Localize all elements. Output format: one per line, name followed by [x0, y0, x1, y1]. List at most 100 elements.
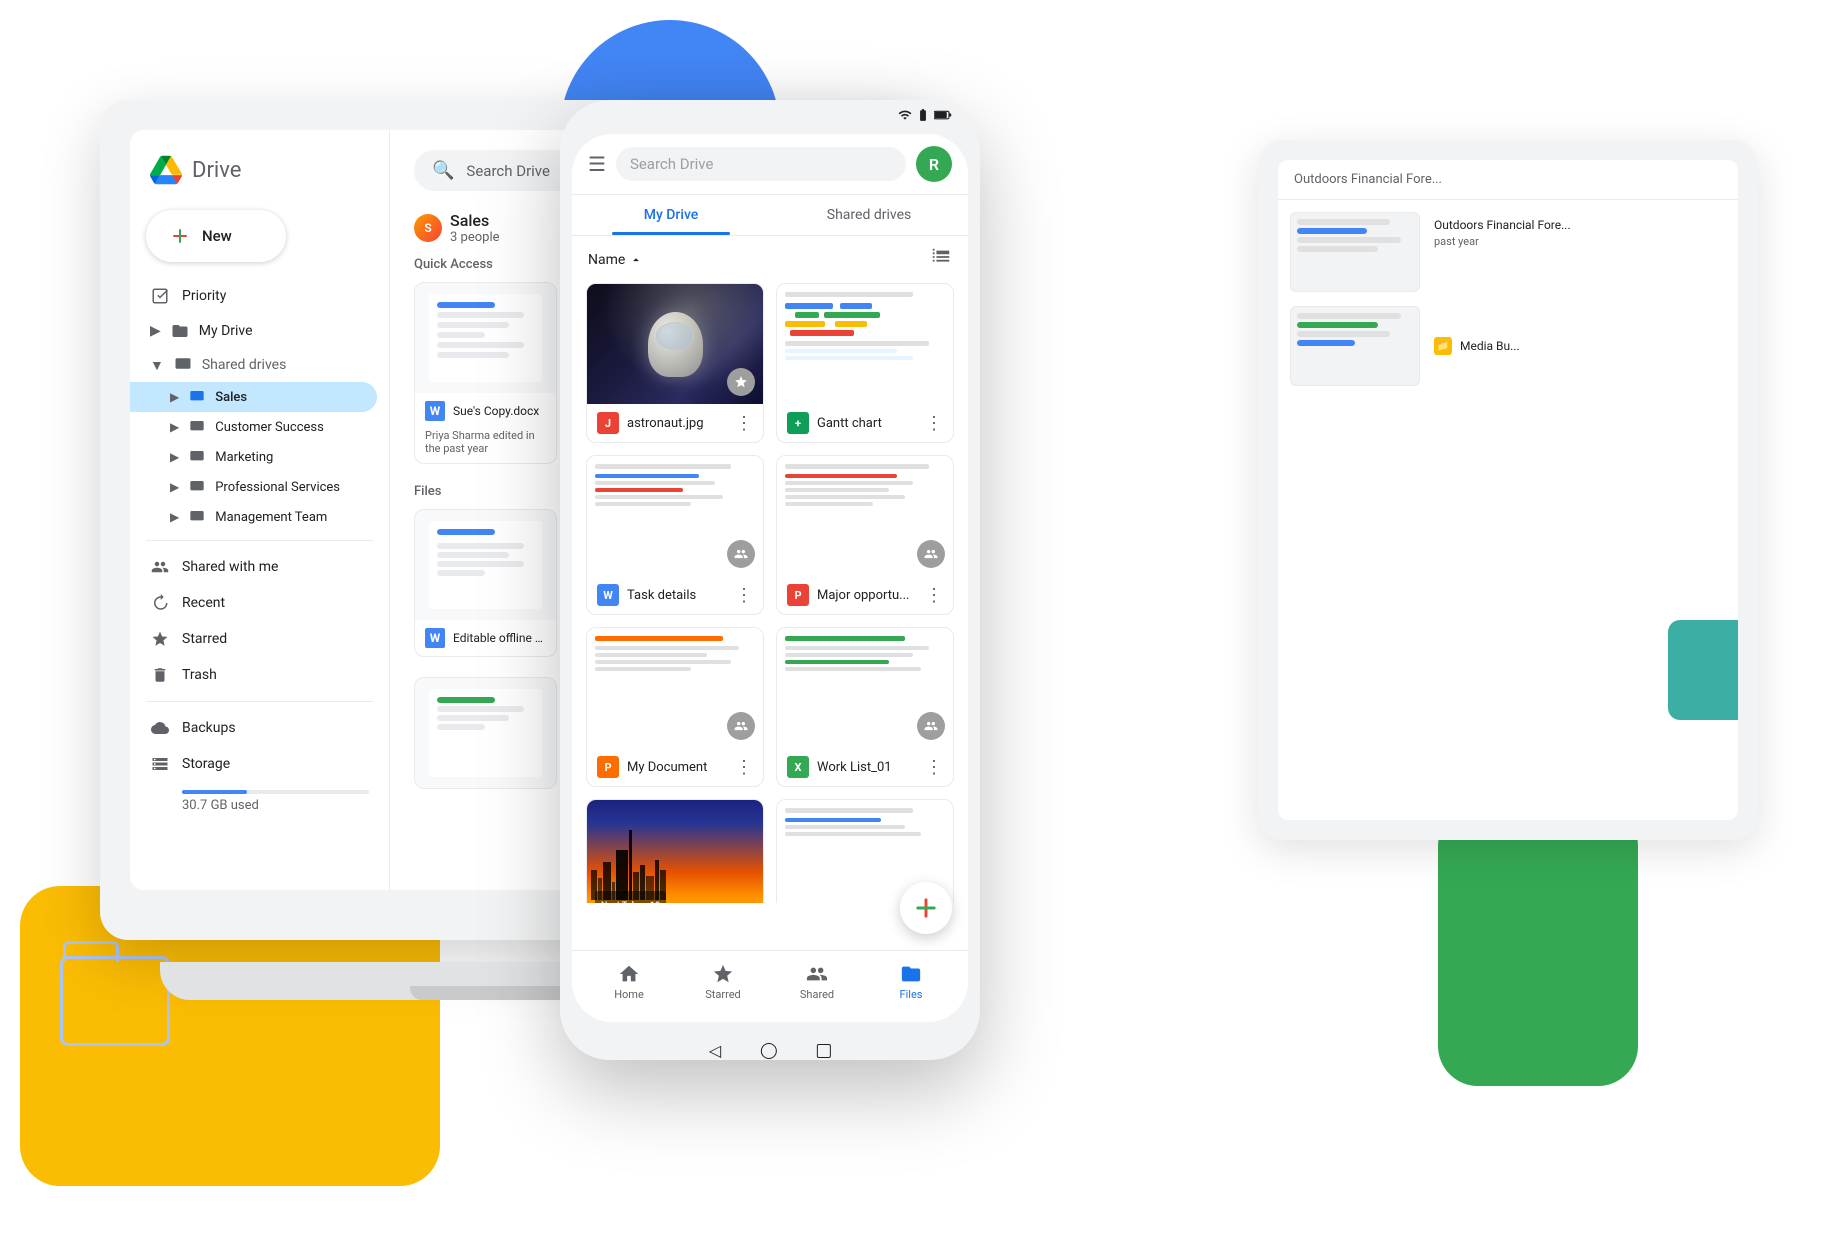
recent-icon — [150, 593, 170, 613]
bg-green-shape — [1438, 806, 1638, 1086]
phone-recents-btn[interactable] — [817, 1044, 831, 1058]
nav-starred[interactable]: Starred — [676, 963, 770, 1001]
sort-label[interactable]: Name — [588, 252, 643, 268]
file-name-editable: Editable offline docu... — [453, 631, 546, 645]
file-card-my-document[interactable]: P My Document ⋮ — [586, 627, 764, 787]
hamburger-icon[interactable]: ☰ — [588, 152, 606, 176]
nav-files-label: Files — [900, 988, 923, 1001]
new-plus-icon — [168, 224, 192, 248]
more-icon-worklist[interactable]: ⋮ — [925, 757, 943, 778]
tablet-file-meta: past year — [1434, 235, 1720, 248]
tablet-background-device: Outdoors Financial Fore... Outdoors F — [1258, 140, 1758, 840]
sidebar-item-priority[interactable]: Priority — [130, 278, 377, 314]
tablet-media-bu-label: Media Bu... — [1460, 339, 1520, 353]
file-card-worklist[interactable]: X Work List_01 ⋮ — [776, 627, 954, 787]
more-icon-task[interactable]: ⋮ — [735, 585, 753, 606]
sidebar-item-my-drive[interactable]: ▶ My Drive — [130, 314, 389, 348]
file-card-extra1[interactable] — [414, 677, 557, 789]
sidebar-item-management-team[interactable]: ▶ Management Team — [130, 502, 377, 532]
folder-avatar: S — [414, 214, 442, 242]
marketing-label: Marketing — [215, 450, 273, 465]
more-icon-mydoc[interactable]: ⋮ — [735, 757, 753, 778]
drive-sidebar: Drive New P — [130, 130, 390, 890]
sidebar-item-shared-drives[interactable]: ▼ Shared drives — [130, 348, 389, 382]
phone-device: ☰ Search Drive R My Drive Shared drives … — [560, 100, 980, 1080]
file-card-editable[interactable]: W Editable offline docu... — [414, 509, 557, 657]
pdf-icon-major: P — [787, 584, 809, 606]
more-icon-major[interactable]: ⋮ — [925, 585, 943, 606]
drive-logo: Drive — [130, 146, 389, 202]
phone-home-btn[interactable] — [761, 1043, 777, 1059]
sheet-icon-gantt: + — [787, 412, 809, 434]
storage-icon — [150, 754, 170, 774]
sheet-icon-worklist: X — [787, 756, 809, 778]
starred-label: Starred — [182, 631, 357, 647]
sort-row: Name — [572, 236, 968, 283]
folder-sub: 3 people — [450, 230, 500, 245]
nav-files[interactable]: Files — [864, 963, 958, 1001]
file-card-astronaut[interactable]: J astronaut.jpg ⋮ — [586, 283, 764, 443]
list-view-icon[interactable] — [930, 246, 952, 273]
professional-services-label: Professional Services — [215, 480, 340, 495]
backups-icon — [150, 718, 170, 738]
tab-my-drive[interactable]: My Drive — [572, 195, 770, 235]
phone-user-avatar[interactable]: R — [916, 146, 952, 182]
fab-button[interactable] — [900, 882, 952, 934]
tablet-header: Outdoors Financial Fore... — [1278, 160, 1738, 200]
nav-home-label: Home — [614, 988, 644, 1001]
more-icon-gantt[interactable]: ⋮ — [925, 413, 943, 434]
file-card-task-details[interactable]: W Task details ⋮ — [586, 455, 764, 615]
doc-icon-task: W — [597, 584, 619, 606]
word-icon-3: W — [425, 628, 445, 648]
task-details-name: Task details — [627, 588, 727, 603]
avatar-group-task — [727, 540, 755, 568]
trash-label: Trash — [182, 667, 357, 683]
phone-back-btn[interactable]: ◁ — [709, 1041, 721, 1060]
word-icon: W — [425, 401, 445, 421]
backups-label: Backups — [182, 720, 357, 736]
file-meta-sues-copy: Priya Sharma edited in the past year — [415, 429, 556, 463]
new-button-label: New — [202, 227, 232, 245]
sidebar-item-trash[interactable]: Trash — [130, 657, 377, 693]
storage-label: Storage — [182, 756, 357, 772]
sidebar-logo-text: Drive — [192, 158, 241, 183]
sidebar-item-shared-with-me[interactable]: Shared with me — [130, 549, 377, 585]
management-team-label: Management Team — [215, 510, 327, 525]
more-icon-astronaut[interactable]: ⋮ — [735, 413, 753, 434]
phone-status-bar — [560, 108, 980, 122]
tab-shared-drives[interactable]: Shared drives — [770, 195, 968, 235]
sidebar-item-sales[interactable]: ▶ Sales — [130, 382, 377, 412]
sidebar-item-professional-services[interactable]: ▶ Professional Services — [130, 472, 377, 502]
sidebar-item-recent[interactable]: Recent — [130, 585, 377, 621]
recent-label: Recent — [182, 595, 357, 611]
file-card-major[interactable]: P Major opportu... ⋮ — [776, 455, 954, 615]
astronaut-name: astronaut.jpg — [627, 416, 727, 431]
phone-search-bar[interactable]: Search Drive — [616, 147, 906, 181]
file-card-sues-copy[interactable]: W Sue's Copy.docx Priya Sharma edited in… — [414, 282, 557, 464]
nav-shared[interactable]: Shared — [770, 963, 864, 1001]
nav-home[interactable]: Home — [582, 963, 676, 1001]
avatar-group-mydoc — [727, 712, 755, 740]
shared-with-me-icon — [150, 557, 170, 577]
sidebar-item-customer-success[interactable]: ▶ Customer Success — [130, 412, 377, 442]
new-button[interactable]: New — [146, 210, 286, 262]
shared-drives-label: Shared drives — [202, 357, 286, 373]
sidebar-item-marketing[interactable]: ▶ Marketing — [130, 442, 377, 472]
sidebar-item-storage[interactable]: Storage — [130, 746, 377, 782]
avatar-group-worklist — [917, 712, 945, 740]
file-card-gantt[interactable]: + Gantt chart ⋮ — [776, 283, 954, 443]
star-overlay-astronaut — [727, 368, 755, 396]
nav-starred-label: Starred — [705, 988, 741, 1001]
sidebar-item-backups[interactable]: Backups — [130, 710, 377, 746]
sidebar-item-starred[interactable]: Starred — [130, 621, 377, 657]
my-document-name: My Document — [627, 760, 727, 775]
jpg-icon: J — [597, 412, 619, 434]
phone-header: ☰ Search Drive R — [572, 134, 968, 195]
starred-icon — [150, 629, 170, 649]
search-input-placeholder: Search Drive — [466, 162, 550, 180]
file-card-next-tokyo[interactable]: Next Tokyo_18 — [586, 799, 764, 903]
phone-screen: ☰ Search Drive R My Drive Shared drives … — [572, 134, 968, 1022]
nav-shared-label: Shared — [800, 988, 834, 1001]
ppt-icon-mydoc: P — [597, 756, 619, 778]
major-name: Major opportu... — [817, 588, 917, 603]
